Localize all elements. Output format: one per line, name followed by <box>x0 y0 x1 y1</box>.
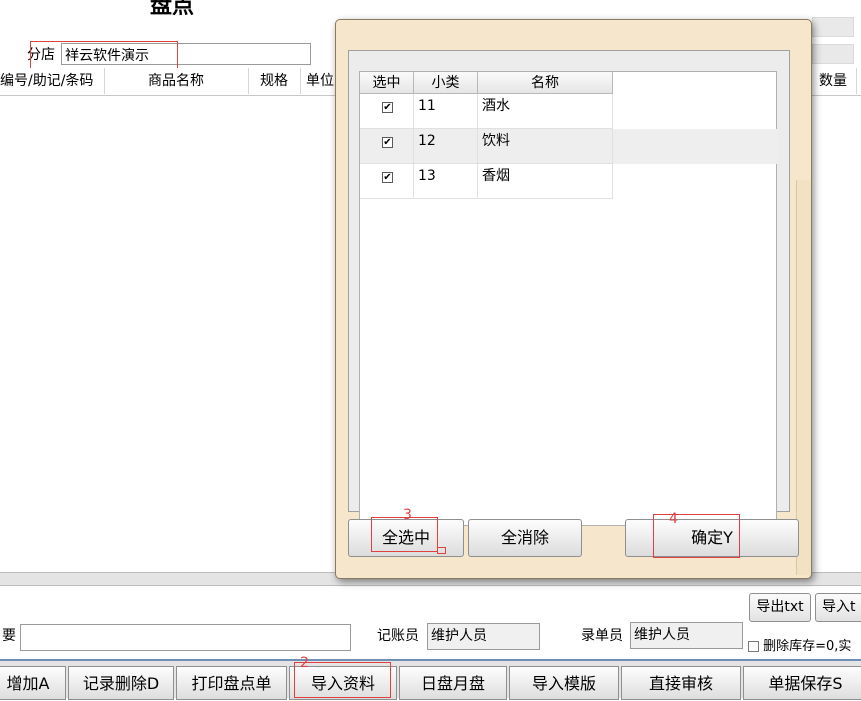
annotation-box-import <box>294 662 391 698</box>
dialog-grid-frame: 选中 小类 名称 ✔ 11 酒水 ✔ 12 饮料 ✔ 13 香烟 <box>348 50 790 526</box>
import-template-button[interactable]: 导入模版 <box>509 666 619 700</box>
direct-audit-button[interactable]: 直接审核 <box>621 666 741 700</box>
table-row[interactable]: ✔ 11 酒水 <box>360 94 778 129</box>
import-txt-button[interactable]: 导入t <box>815 593 861 622</box>
row-name: 香烟 <box>478 164 613 199</box>
delete-stock-label: 删除库存=0,实 <box>763 639 852 654</box>
table-row[interactable]: ✔ 12 饮料 <box>360 129 778 164</box>
dialog-scrollbar[interactable] <box>796 180 811 575</box>
row-code: 13 <box>414 164 478 199</box>
accountant-field[interactable]: 维护人员 <box>427 623 540 650</box>
accountant-label: 记账员 <box>377 628 419 644</box>
delete-record-button[interactable]: 记录删除D <box>68 666 174 700</box>
row-code: 12 <box>414 129 478 164</box>
category-select-dialog: 选中 小类 名称 ✔ 11 酒水 ✔ 12 饮料 ✔ 13 香烟 全选中 全消除… <box>335 19 812 579</box>
annotation-box-branch <box>30 41 178 71</box>
annotation-box-select-all <box>371 517 438 552</box>
category-grid: 选中 小类 名称 ✔ 11 酒水 ✔ 12 饮料 ✔ 13 香烟 <box>359 71 778 526</box>
annotation-box-confirm <box>653 514 740 558</box>
export-txt-button[interactable]: 导出txt <box>749 593 811 622</box>
annotation-box-select-all-corner <box>437 547 446 554</box>
column-header-name[interactable]: 商品名称 <box>104 68 249 94</box>
recorder-field[interactable]: 维护人员 <box>630 622 743 649</box>
grid-header-code[interactable]: 小类 <box>414 72 478 94</box>
column-header-code[interactable]: 编号/助记/条码 <box>0 68 105 94</box>
blurred-field <box>812 44 854 64</box>
delete-stock-option[interactable]: 删除库存=0,实 <box>748 635 851 654</box>
grid-header-name[interactable]: 名称 <box>478 72 613 94</box>
row-name: 饮料 <box>478 129 613 164</box>
column-header-spec[interactable]: 规格 <box>248 68 301 94</box>
daily-monthly-button[interactable]: 日盘月盘 <box>399 666 507 700</box>
window-title: 盘点 <box>150 0 195 19</box>
memo-input[interactable] <box>20 624 351 651</box>
delete-stock-checkbox[interactable] <box>748 641 759 652</box>
save-document-button[interactable]: 单据保存S <box>743 666 861 700</box>
clear-all-button[interactable]: 全消除 <box>468 519 582 557</box>
row-checkbox[interactable]: ✔ <box>382 102 393 113</box>
row-name: 酒水 <box>478 94 613 129</box>
print-sheet-button[interactable]: 打印盘点单 <box>176 666 287 700</box>
blurred-field <box>812 17 854 37</box>
recorder-label: 录单员 <box>581 628 623 644</box>
table-row[interactable]: ✔ 13 香烟 <box>360 164 778 199</box>
row-checkbox[interactable]: ✔ <box>382 172 393 183</box>
column-header-qty[interactable]: 数量 <box>810 68 857 94</box>
add-button[interactable]: 增加A <box>0 666 66 700</box>
memo-label: 要 <box>2 628 16 644</box>
bottom-toolbar: 增加A 记录删除D 打印盘点单 导入资料 日盘月盘 导入模版 直接审核 单据保存… <box>0 659 861 700</box>
grid-header-selected[interactable]: 选中 <box>360 72 414 94</box>
row-code: 11 <box>414 94 478 129</box>
row-checkbox[interactable]: ✔ <box>382 137 393 148</box>
